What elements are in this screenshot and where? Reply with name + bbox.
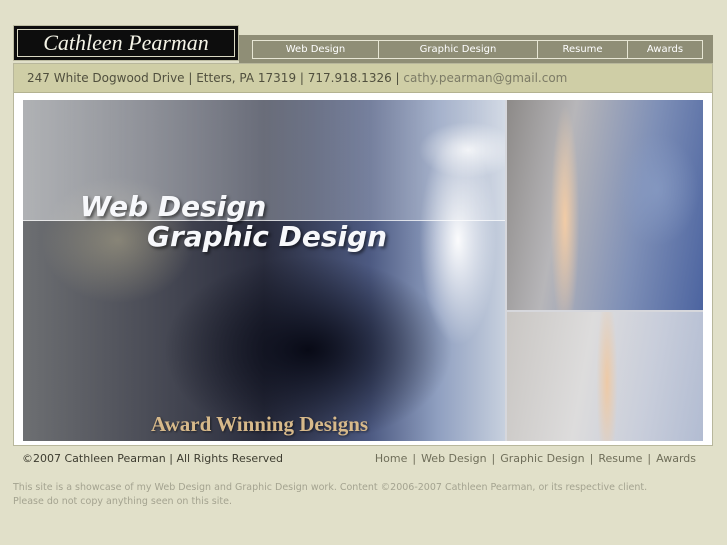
hero-side-panel-top [507,100,703,310]
nav-resume[interactable]: Resume [538,41,628,58]
footer-link-graphic-design[interactable]: Graphic Design [500,452,584,465]
copyright-text: ©2007 Cathleen Pearman | All Rights Rese… [22,452,283,465]
footer-link-awards[interactable]: Awards [656,452,696,465]
logo-text: Cathleen Pearman [17,29,235,57]
nav-awards[interactable]: Awards [628,41,702,58]
hero-title-graphic-design: Graphic Design [147,220,388,253]
content-frame: 247 White Dogwood Drive | Etters, PA 173… [13,63,713,446]
footer-link-resume[interactable]: Resume [598,452,642,465]
footer-nav: Home | Web Design | Graphic Design | Resume | Aw… [375,452,696,465]
disclaimer: This site is a showcase of my Web Design… [13,481,647,508]
footer-separator: | [589,452,594,465]
nav-web-design[interactable]: Web Design [253,41,379,58]
hero-main-panel [23,100,505,441]
contact-address: 247 White Dogwood Drive | Etters, PA 173… [27,71,404,85]
site-logo[interactable]: Cathleen Pearman [13,25,239,61]
nav-graphic-design[interactable]: Graphic Design [379,41,538,58]
footer-separator: | [412,452,417,465]
main-nav: Web Design Graphic Design Resume Awards [252,40,703,59]
footer-link-web-design[interactable]: Web Design [421,452,486,465]
disclaimer-line-1: This site is a showcase of my Web Design… [13,482,648,493]
disclaimer-line-2: Please do not copy anything seen on this… [13,495,232,507]
hero-tagline: Award Winning Designs [151,412,369,436]
hero-banner: Web Design Graphic Design Award Winning … [23,100,703,441]
footer-separator: | [647,452,652,465]
hero-title-web-design: Web Design [80,190,267,223]
contact-bar: 247 White Dogwood Drive | Etters, PA 173… [14,64,712,93]
footer-separator: | [491,452,496,465]
hero-side-panel-bottom [507,312,703,441]
contact-email-link[interactable]: cathy.pearman@gmail.com [403,71,567,85]
footer-link-home[interactable]: Home [375,452,407,465]
